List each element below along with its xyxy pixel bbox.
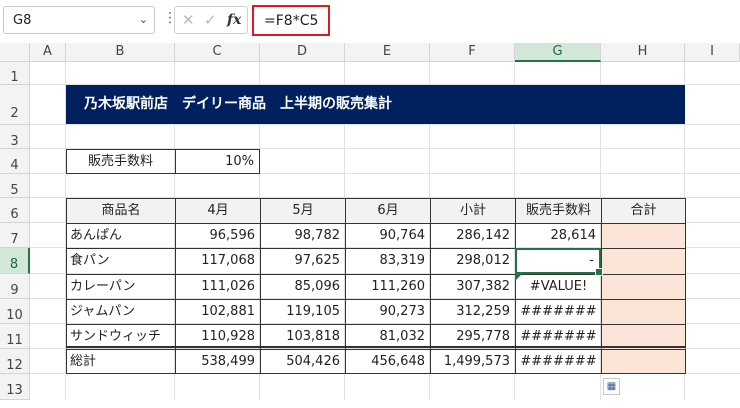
table-cell[interactable]: あんぱん	[66, 223, 176, 249]
column-header-c[interactable]: C	[175, 43, 260, 62]
total-cell[interactable]	[601, 347, 686, 374]
column-header-b[interactable]: B	[66, 43, 175, 62]
table-cell[interactable]	[601, 324, 686, 347]
header-cell-subtotal[interactable]: 小計	[430, 198, 516, 224]
check-icon[interactable]: ✓	[204, 11, 217, 29]
error-indicator-icon[interactable]	[515, 274, 522, 281]
table-cell[interactable]: 110,928	[175, 324, 261, 347]
table-cell[interactable]: 81,032	[345, 324, 431, 347]
table-cell[interactable]: 295,778	[430, 324, 516, 347]
row-header-10[interactable]: 10	[0, 299, 30, 324]
name-box[interactable]: G8 ⌄	[3, 6, 155, 34]
total-cell[interactable]: 総計	[66, 347, 176, 374]
table-cell[interactable]: ジャムパン	[66, 299, 176, 325]
active-cell-selection[interactable]	[515, 248, 603, 276]
row-header-3[interactable]: 3	[0, 125, 30, 149]
column-header-g[interactable]: G	[515, 43, 601, 62]
table-cell[interactable]: 298,012	[430, 248, 516, 275]
table-cell[interactable]: 102,881	[175, 299, 261, 325]
name-box-value: G8	[13, 13, 32, 28]
header-cell-fee[interactable]: 販売手数料	[515, 198, 602, 224]
total-cell[interactable]: 538,499	[175, 347, 261, 374]
table-cell[interactable]: 111,026	[175, 274, 261, 300]
x-icon[interactable]: ✕	[182, 11, 195, 29]
table-cell[interactable]: 90,273	[345, 299, 431, 325]
table-cell[interactable]: #######	[515, 299, 602, 325]
gridline	[30, 124, 740, 125]
table-cell[interactable]	[601, 223, 686, 249]
table-cell[interactable]: 90,764	[345, 223, 431, 249]
total-cell[interactable]: 456,648	[345, 347, 431, 374]
table-cell[interactable]: 119,105	[260, 299, 346, 325]
formula-bar: G8 ⌄ ⋮ ✕ ✓ fx =F8*C5	[0, 0, 740, 44]
fx-icon[interactable]: fx	[227, 12, 241, 28]
fee-value-cell[interactable]: 10%	[175, 149, 260, 174]
header-cell-total[interactable]: 合計	[601, 198, 686, 224]
column-header-e[interactable]: E	[345, 43, 430, 62]
table-cell[interactable]: #######	[515, 324, 602, 347]
table-cell[interactable]: 111,260	[345, 274, 431, 300]
sheet-title[interactable]: 乃木坂駅前店 デイリー商品 上半期の販売集計	[66, 85, 685, 124]
row-header-8[interactable]: 8	[0, 248, 30, 274]
formula-input[interactable]: =F8*C5	[252, 5, 330, 36]
total-cell[interactable]: 504,426	[260, 347, 346, 374]
table-cell[interactable]: 96,596	[175, 223, 261, 249]
row-header-9[interactable]: 9	[0, 274, 30, 299]
select-all-corner[interactable]	[0, 43, 30, 62]
table-cell[interactable]: 83,319	[345, 248, 431, 275]
table-cell[interactable]: 98,782	[260, 223, 346, 249]
table-cell[interactable]: 286,142	[430, 223, 516, 249]
table-cell[interactable]: カレーパン	[66, 274, 176, 300]
table-cell[interactable]: 103,818	[260, 324, 346, 347]
column-header-i[interactable]: I	[685, 43, 740, 62]
table-cell[interactable]: 28,614	[515, 223, 602, 249]
fill-handle[interactable]	[595, 268, 603, 276]
table-cell[interactable]: #VALUE!	[515, 274, 602, 300]
header-cell-apr[interactable]: 4月	[175, 198, 261, 224]
row-header-7[interactable]: 7	[0, 223, 30, 248]
formula-buttons: ✕ ✓ fx	[174, 6, 248, 34]
table-cell[interactable]: サンドウィッチ	[66, 324, 176, 347]
table-cell[interactable]: 食パン	[66, 248, 176, 275]
row-header-11[interactable]: 11	[0, 324, 30, 349]
table-cell[interactable]	[601, 248, 686, 275]
table-cell[interactable]	[601, 299, 686, 325]
total-cell[interactable]: #######	[515, 347, 602, 374]
column-header-a[interactable]: A	[30, 43, 66, 62]
row-header-5[interactable]: 5	[0, 174, 30, 198]
column-header-f[interactable]: F	[430, 43, 515, 62]
table-cell[interactable]: 97,625	[260, 248, 346, 275]
formula-text: =F8*C5	[264, 13, 319, 29]
table-cell[interactable]: 85,096	[260, 274, 346, 300]
header-cell-name[interactable]: 商品名	[66, 198, 176, 224]
quick-analysis-icon[interactable]: ▦	[603, 378, 620, 395]
table-cell[interactable]: 307,382	[430, 274, 516, 300]
row-header-1[interactable]: 1	[0, 62, 30, 85]
header-cell-may[interactable]: 5月	[260, 198, 346, 224]
fee-label-cell[interactable]: 販売手数料	[66, 149, 176, 174]
table-cell[interactable]: 312,259	[430, 299, 516, 325]
row-header-12[interactable]: 12	[0, 349, 30, 374]
chevron-down-icon[interactable]: ⌄	[139, 13, 148, 26]
header-cell-jun[interactable]: 6月	[345, 198, 431, 224]
row-header-13[interactable]: 13	[0, 374, 30, 400]
row-header-2[interactable]: 2	[0, 85, 30, 125]
table-cell[interactable]: 117,068	[175, 248, 261, 275]
column-header-h[interactable]: H	[601, 43, 685, 62]
total-cell[interactable]: 1,499,573	[430, 347, 516, 374]
row-header-6[interactable]: 6	[0, 198, 30, 223]
row-header-4[interactable]: 4	[0, 149, 30, 174]
table-cell[interactable]	[601, 274, 686, 300]
column-header-d[interactable]: D	[260, 43, 345, 62]
